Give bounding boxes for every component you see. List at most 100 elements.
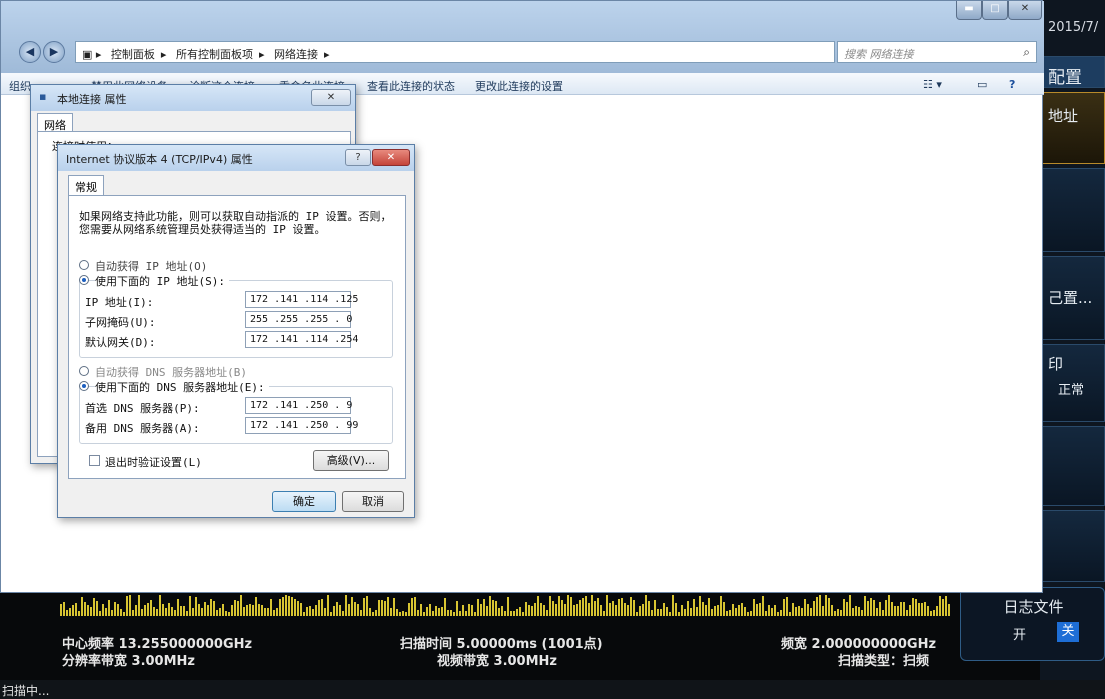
auto-ip-label: 自动获得 IP 地址(O) (95, 260, 208, 273)
trace-segment (135, 605, 137, 616)
trace-segment (318, 600, 320, 616)
trace-segment (900, 602, 902, 616)
trace-segment (114, 602, 116, 616)
trace-segment (939, 596, 941, 616)
trace-segment (924, 602, 926, 616)
trace-segment (891, 602, 893, 616)
softkey-print[interactable]: 印 正常 (1041, 344, 1105, 422)
trace-segment (147, 603, 149, 616)
tab-panel-general: 如果网络支持此功能，则可以获取自动指派的 IP 设置。否则， 您需要从网络系统管… (68, 195, 406, 479)
softkey-blank-1[interactable] (1041, 168, 1105, 252)
minimize-button[interactable]: ▬ (956, 1, 982, 20)
trace-segment (384, 601, 386, 616)
trace-segment (801, 608, 803, 616)
search-placeholder: 搜索 网络连接 (844, 48, 914, 61)
trace-segment (156, 609, 158, 616)
trace-segment (846, 602, 848, 616)
trace-segment (192, 608, 194, 616)
search-input[interactable]: 搜索 网络连接 ⌕ (837, 41, 1037, 63)
trace-segment (357, 604, 359, 616)
tab-general[interactable]: 常规 (68, 175, 104, 195)
manual-ip-radio[interactable] (79, 275, 89, 285)
tab-network[interactable]: 网络 (37, 113, 73, 132)
help-icon[interactable]: ? (345, 149, 371, 166)
manual-dns-radio[interactable] (79, 381, 89, 391)
auto-ip-radio[interactable] (79, 260, 89, 270)
view-options-icon[interactable]: ☷ ▾ (923, 78, 942, 91)
address-bar[interactable]: ▣ ▸ 控制面板 ▸ 所有控制面板项 ▸ 网络连接 ▸ (75, 41, 835, 63)
trace-segment (897, 606, 899, 616)
trace-segment (708, 598, 710, 616)
sweep-type: 扫描类型：扫频 (838, 654, 930, 669)
softkey-blank-2[interactable] (1041, 426, 1105, 506)
trace-segment (633, 600, 635, 616)
advanced-button[interactable]: 高级(V)... (313, 450, 389, 471)
trace-segment (321, 599, 323, 616)
trace-segment (474, 612, 476, 616)
breadcrumb-item[interactable]: 网络连接 (274, 48, 318, 61)
trace-segment (681, 605, 683, 616)
dialog-title: ▪ 本地连接 属性 (31, 85, 355, 111)
trace-segment (567, 595, 569, 616)
softkey-address[interactable]: 地址 (1041, 92, 1105, 164)
trace-segment (408, 603, 410, 616)
forward-icon[interactable]: ▶ (43, 41, 65, 63)
log-off-option[interactable]: 关 (1057, 622, 1079, 642)
trace-segment (339, 605, 341, 616)
trace-segment (327, 595, 329, 616)
trace-segment (270, 599, 272, 616)
trace-segment (84, 602, 86, 616)
preview-pane-icon[interactable]: ▭ (977, 78, 987, 91)
trace-segment (579, 600, 581, 616)
alternate-dns-field[interactable]: 172 .141 .250 . 99 (245, 417, 358, 434)
trace-segment (75, 603, 77, 616)
trace-segment (417, 610, 419, 616)
subnet-mask-field[interactable]: 255 .255 .255 . 0 (245, 311, 352, 328)
trace-segment (804, 599, 806, 616)
trace-segment (666, 607, 668, 616)
trace-segment (441, 607, 443, 616)
preferred-dns-field[interactable]: 172 .141 .250 . 9 (245, 397, 352, 414)
trace-segment (81, 597, 83, 616)
trace-segment (453, 612, 455, 616)
close-icon[interactable]: ✕ (372, 149, 410, 166)
view-status-button[interactable]: 查看此连接的状态 (367, 78, 455, 94)
trace-segment (228, 612, 230, 616)
trace-segment (429, 604, 431, 616)
trace-segment (132, 610, 134, 616)
trace-segment (348, 604, 350, 616)
trace-segment (858, 607, 860, 616)
trace-segment (480, 604, 482, 616)
auto-dns-radio[interactable] (79, 366, 89, 376)
breadcrumb-item[interactable]: 所有控制面板项 (176, 48, 253, 61)
log-file-softkey[interactable]: 日志文件 开 关 (960, 587, 1105, 661)
trace-segment (852, 608, 854, 616)
softkey-blank-3[interactable] (1041, 510, 1105, 582)
control-panel-icon: ▣ ▸ (82, 48, 102, 61)
ok-button[interactable]: 确定 (272, 491, 336, 512)
breadcrumb-item[interactable]: 控制面板 (111, 48, 155, 61)
trace-segment (570, 597, 572, 616)
trace-segment (876, 608, 878, 616)
trace-segment (834, 611, 836, 616)
close-icon[interactable]: ✕ (311, 89, 351, 106)
log-on-option[interactable]: 开 (1013, 624, 1026, 643)
softkey-config[interactable]: 己置... (1041, 256, 1105, 340)
trace-segment (627, 605, 629, 616)
change-settings-button[interactable]: 更改此连接的设置 (475, 78, 563, 94)
alternate-dns-label: 备用 DNS 服务器(A): (85, 422, 200, 435)
ip-address-field[interactable]: 172 .141 .114 .125 (245, 291, 358, 308)
cancel-button[interactable]: 取消 (342, 491, 404, 512)
validate-on-exit-checkbox[interactable] (89, 455, 100, 466)
maximize-button[interactable]: □ (982, 1, 1008, 20)
default-gateway-field[interactable]: 172 .141 .114 .254 (245, 331, 358, 348)
close-icon[interactable]: ✕ (1008, 1, 1042, 20)
trace-segment (882, 610, 884, 616)
back-icon[interactable]: ◀ (19, 41, 41, 63)
trace-segment (60, 604, 62, 616)
help-icon[interactable]: ? (1009, 78, 1015, 91)
trace-segment (672, 595, 674, 616)
trace-segment (528, 605, 530, 616)
trace-segment (828, 598, 830, 616)
trace-segment (501, 606, 503, 616)
